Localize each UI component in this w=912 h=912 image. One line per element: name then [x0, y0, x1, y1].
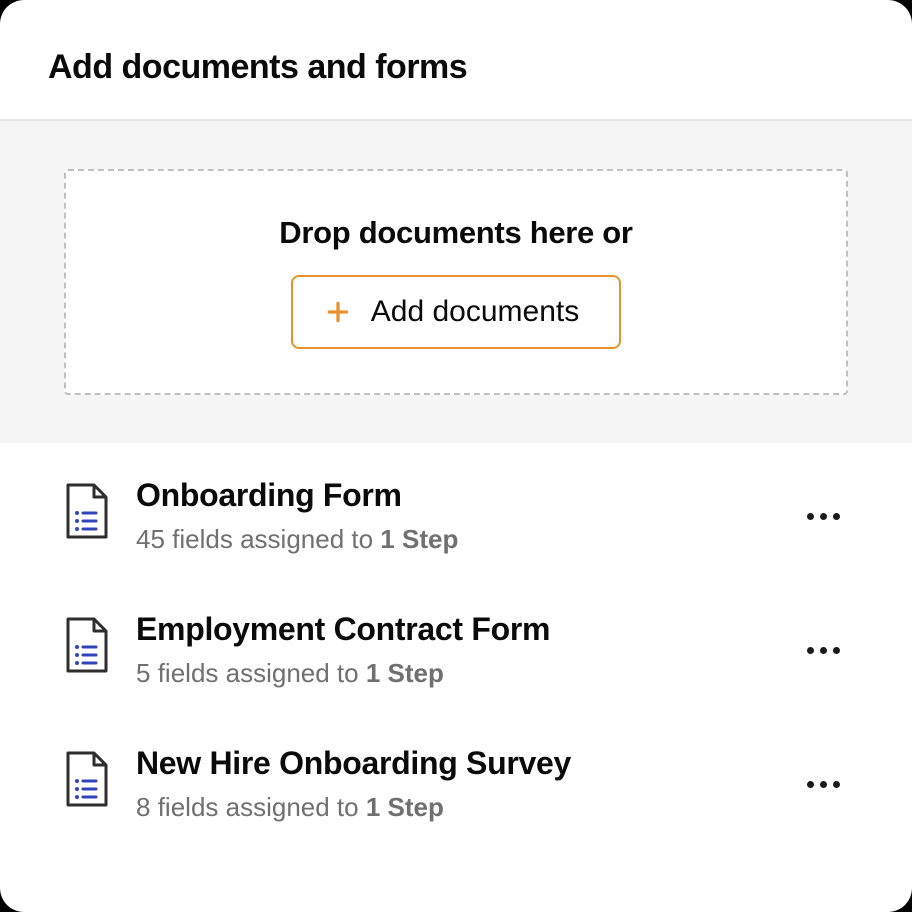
more-options-button[interactable]	[799, 773, 848, 796]
document-dropzone[interactable]: Drop documents here or Add documents	[64, 169, 848, 395]
more-icon	[807, 781, 814, 788]
document-title: Onboarding Form	[136, 477, 771, 514]
document-title: New Hire Onboarding Survey	[136, 745, 771, 782]
document-subtitle: 8 fields assigned to 1 Step	[136, 792, 771, 823]
more-options-button[interactable]	[799, 639, 848, 662]
document-icon	[64, 751, 108, 807]
document-subtitle: 5 fields assigned to 1 Step	[136, 658, 771, 689]
document-icon	[64, 483, 108, 539]
document-info: Employment Contract Form 5 fields assign…	[136, 611, 771, 689]
plus-icon	[325, 299, 351, 325]
document-subtitle: 45 fields assigned to 1 Step	[136, 524, 771, 555]
add-documents-label: Add documents	[371, 295, 579, 329]
add-documents-panel: Add documents and forms Drop documents h…	[0, 0, 912, 912]
more-options-button[interactable]	[799, 505, 848, 528]
document-icon	[64, 617, 108, 673]
more-icon	[807, 647, 814, 654]
dropzone-text: Drop documents here or	[279, 215, 632, 251]
document-row: Onboarding Form 45 fields assigned to 1 …	[64, 477, 848, 555]
more-icon	[807, 513, 814, 520]
add-documents-button[interactable]: Add documents	[291, 275, 621, 349]
panel-header: Add documents and forms	[0, 0, 912, 121]
dropzone-container: Drop documents here or Add documents	[0, 121, 912, 443]
documents-list: Onboarding Form 45 fields assigned to 1 …	[0, 443, 912, 823]
document-info: New Hire Onboarding Survey 8 fields assi…	[136, 745, 771, 823]
panel-title: Add documents and forms	[48, 48, 864, 87]
document-row: New Hire Onboarding Survey 8 fields assi…	[64, 745, 848, 823]
document-row: Employment Contract Form 5 fields assign…	[64, 611, 848, 689]
document-title: Employment Contract Form	[136, 611, 771, 648]
document-info: Onboarding Form 45 fields assigned to 1 …	[136, 477, 771, 555]
